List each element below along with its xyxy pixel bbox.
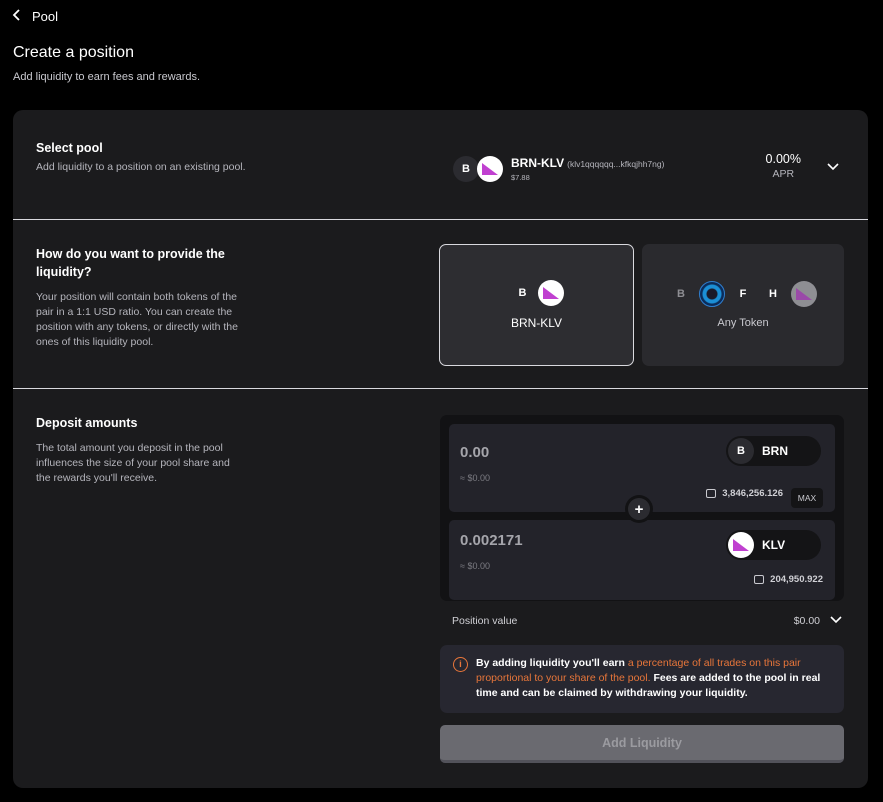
info-notice: i By adding liquidity you'll earn a perc… [440,645,844,713]
max-button[interactable]: MAX [791,488,823,508]
blue-coin-icon [699,281,725,307]
back-to-pool-link[interactable]: Pool [12,8,58,24]
chevron-down-icon[interactable] [827,158,839,174]
brn-token-icon: B [453,156,479,182]
token-h-icon: H [769,288,777,300]
option-any-token[interactable]: B F H Any Token [642,244,844,366]
select-pool-description: Add liquidity to a position on an existi… [36,161,246,173]
position-value-row: Position value $0.00 [452,615,842,627]
page-title: Create a position [13,44,134,61]
pool-pair-name: BRN-KLV [511,156,565,170]
position-value-label: Position value [452,615,518,627]
token-a-usd-value: ≈ $0.00 [460,473,490,483]
token-b-amount-input[interactable]: 0.002171 [460,532,523,549]
deposit-title: Deposit amounts [36,416,138,430]
pool-selector[interactable]: B BRN-KLV (klv1qqqqqq...kfkqjhh7ng) $7.88… [453,150,853,188]
token-b-input-box: 0.002171 ≈ $0.00 KLV 204,950.922 [449,520,835,600]
info-icon: i [453,657,468,672]
token-a-balance: 3,846,256.126 [722,488,783,499]
provide-title: How do you want to provide the liquidity… [36,247,225,279]
provide-description: Your position will contain both tokens o… [36,291,238,348]
pool-address: (klv1qqqqqq...kfkqjhh7ng) [567,159,665,169]
pool-token-icons: B [453,156,503,182]
token-b-selector[interactable]: KLV [726,530,821,560]
option-any-label: Any Token [717,317,769,329]
position-value-amount: $0.00 [793,615,820,627]
wallet-icon [754,575,765,584]
token-b-usd-value: ≈ $0.00 [460,561,490,571]
token-f-icon: F [739,288,747,300]
deposit-description: The total amount you deposit in the pool… [36,442,230,484]
klv-logo-icon [791,281,817,307]
add-liquidity-button[interactable]: Add Liquidity [440,725,844,763]
apr-value: 0.00% [765,152,801,166]
page-subtitle: Add liquidity to earn fees and rewards. [13,71,201,83]
token-a-amount-input[interactable]: 0.00 [460,444,489,461]
plus-button[interactable]: + [625,495,653,523]
klv-logo-icon [477,156,503,182]
token-b-symbol: KLV [762,538,786,552]
option-pair-label: BRN-KLV [510,316,563,330]
brn-token-icon: B [728,438,754,464]
wallet-icon [706,489,717,498]
info-text-part1: By adding liquidity you'll earn [476,657,628,669]
section-divider [13,219,868,220]
pool-price: $7.88 [511,173,530,182]
klv-logo-icon [728,532,754,558]
chevron-down-icon [830,615,842,627]
option-pair-tokens[interactable]: B BRN-KLV [439,244,634,366]
token-b-balance: 204,950.922 [770,574,823,585]
token-a-selector[interactable]: B BRN [726,436,821,466]
position-value-toggle[interactable]: $0.00 [794,615,842,627]
klv-logo-icon [537,280,564,306]
apr-label: APR [772,168,795,180]
deposit-panel: 0.00 ≈ $0.00 B BRN 3,846,256.126 MAX 0.0… [440,415,844,601]
back-label: Pool [32,8,59,24]
brn-token-icon: B [518,287,527,299]
section-divider [13,388,868,389]
token-b-icon: B [677,288,685,300]
chevron-left-icon [12,8,22,24]
plus-icon: + [628,498,650,520]
create-position-card: Select pool Add liquidity to a position … [13,110,868,788]
info-text: By adding liquidity you'll earn a percen… [476,656,831,701]
select-pool-title: Select pool [36,141,103,155]
token-a-symbol: BRN [762,444,788,458]
